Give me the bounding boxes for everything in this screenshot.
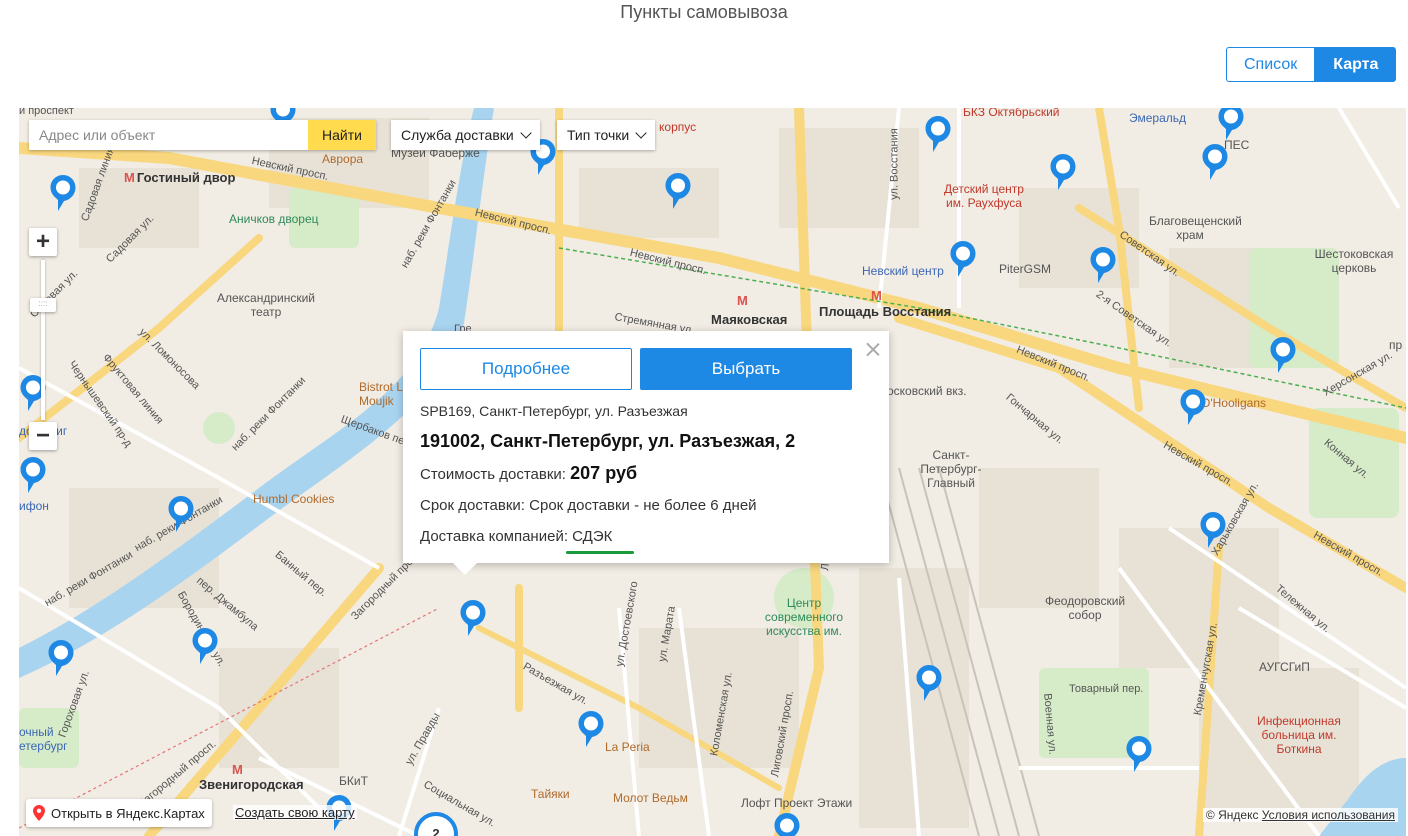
delivery-term: Срок доставки: Срок доставки - не более … (420, 497, 757, 514)
poi-label: АУГСГиП (1259, 660, 1310, 674)
poi-label: БКиТ (339, 774, 368, 788)
metro-label: Маяковская (711, 312, 788, 327)
details-button[interactable]: Подробнее (420, 348, 632, 390)
metro-label: M Гостиный двор (124, 170, 236, 185)
poi-label: Центр современного искусства им. (764, 596, 844, 638)
delivery-cost: Стоимость доставки: 207 руб (420, 463, 638, 483)
pickup-point-marker[interactable] (1199, 511, 1227, 549)
pickup-point-marker[interactable] (577, 710, 605, 748)
poi-label: БКЗ Октябрьский (963, 108, 1060, 119)
pickup-point-marker[interactable] (1201, 143, 1229, 181)
poi-label: Невский центр (862, 264, 944, 278)
pickup-point-marker[interactable] (191, 627, 219, 665)
poi-label: Александринский театр (216, 291, 316, 319)
poi-label: Лофт Проект Этажи (741, 796, 853, 810)
poi-label: O'Hooligans (1201, 396, 1266, 410)
filter-label: Тип точки (567, 127, 630, 143)
street-label: й проспект (19, 108, 74, 117)
poi-label: Феодоровский собор (1045, 594, 1126, 622)
choose-button[interactable]: Выбрать (640, 348, 852, 390)
copyright: © Яндекс Условия использования (1202, 808, 1398, 822)
delivery-cost-value: 207 руб (570, 463, 638, 483)
street-label: ул. Восстания (888, 128, 901, 200)
company-name: СДЭК (572, 528, 613, 545)
metro-label: M (232, 762, 243, 777)
point-address: 191002, Санкт-Петербург, ул. Разъезжая, … (420, 431, 796, 451)
pickup-point-marker[interactable] (19, 456, 47, 494)
poi-label: й корпус (649, 120, 697, 134)
create-map-link[interactable]: Создать свою карту (233, 805, 357, 820)
chevron-down-icon (635, 127, 647, 139)
page-title: Пункты самовывоза (620, 2, 788, 22)
map-container[interactable]: й проспект Невский просп. Невский просп.… (19, 108, 1406, 836)
poi-label: Аврора (322, 152, 364, 166)
zoom-in-button[interactable]: + (29, 228, 57, 256)
point-code: SPB169, Санкт-Петербург, ул. Разъезжая (420, 403, 688, 419)
pickup-point-marker[interactable] (1269, 336, 1297, 374)
poi-label: La Peria (605, 740, 650, 754)
metro-label: Звенигородская (199, 777, 304, 792)
poi-label: Благовещенский храм (1149, 214, 1242, 242)
pickup-point-marker[interactable] (773, 812, 801, 836)
pickup-point-marker[interactable] (1125, 735, 1153, 773)
delivery-company: Доставка компанией: СДЭК (420, 528, 613, 545)
pickup-point-marker[interactable] (664, 172, 692, 210)
pickup-point-marker[interactable] (949, 240, 977, 278)
poi-label: Эмеральд (1129, 111, 1187, 125)
pickup-point-marker[interactable] (924, 115, 952, 153)
poi-label: Молот Ведьм (613, 791, 688, 805)
view-switch: Список Карта (1226, 47, 1397, 82)
search-button[interactable]: Найти (308, 120, 376, 150)
delivery-service-filter[interactable]: Служба доставки (391, 120, 540, 150)
pickup-point-popup: Подробнее Выбрать SPB169, Санкт-Петербур… (403, 331, 889, 575)
poi-label: ифон (19, 499, 49, 513)
pickup-point-marker[interactable] (1217, 108, 1245, 141)
location-pin-icon (33, 805, 45, 821)
poi-label: Санкт-Петербург-Главный (920, 448, 982, 490)
open-in-yandex-maps-button[interactable]: Открыть в Яндекс.Картах (26, 799, 212, 827)
poi-label: осковский вкз. (887, 384, 967, 398)
poi-label: очный етербург (19, 725, 68, 753)
close-icon[interactable] (865, 341, 881, 357)
terms-link[interactable]: Условия использования (1262, 808, 1395, 822)
open-in-yandex-label: Открыть в Яндекс.Картах (51, 805, 205, 821)
point-type-filter[interactable]: Тип точки (557, 120, 656, 150)
zoom-slider-handle[interactable]: :::: (30, 298, 56, 312)
metro-label: Площадь Восстания (819, 304, 952, 319)
poi-label: пр (1389, 338, 1403, 352)
pickup-point-marker[interactable] (49, 174, 77, 212)
pickup-point-marker[interactable] (915, 664, 943, 702)
chevron-down-icon (520, 127, 532, 139)
pickup-point-marker[interactable] (167, 495, 195, 533)
poi-label: Инфекционная больница им. Боткина (1257, 714, 1341, 756)
search-input[interactable] (29, 120, 308, 150)
zoom-slider[interactable] (41, 260, 45, 420)
poi-label: Шестоковская церковь (1314, 247, 1394, 275)
filter-label: Служба доставки (401, 127, 514, 143)
list-view-button[interactable]: Список (1226, 47, 1316, 82)
map-view-button[interactable]: Карта (1315, 47, 1397, 82)
metro-label: M (737, 293, 748, 308)
pickup-point-marker[interactable] (1089, 246, 1117, 284)
pickup-point-marker[interactable] (47, 639, 75, 677)
search-box: Найти (29, 120, 376, 150)
poi-label: Тайяки (531, 787, 570, 801)
poi-label: Аничков дворец (229, 212, 319, 226)
pickup-point-marker[interactable] (459, 599, 487, 637)
metro-label: M (871, 288, 882, 303)
poi-label: Humbl Cookies (253, 492, 335, 506)
zoom-out-button[interactable]: − (29, 422, 57, 450)
pickup-point-marker[interactable] (1049, 153, 1077, 191)
street-label: Товарный пер. (1069, 683, 1144, 695)
poi-label: PiterGSM (999, 262, 1052, 276)
poi-label: Детский центр им. Раухфуса (944, 182, 1024, 210)
zoom-control: + :::: − (29, 228, 59, 450)
pickup-point-marker[interactable] (1179, 388, 1207, 426)
